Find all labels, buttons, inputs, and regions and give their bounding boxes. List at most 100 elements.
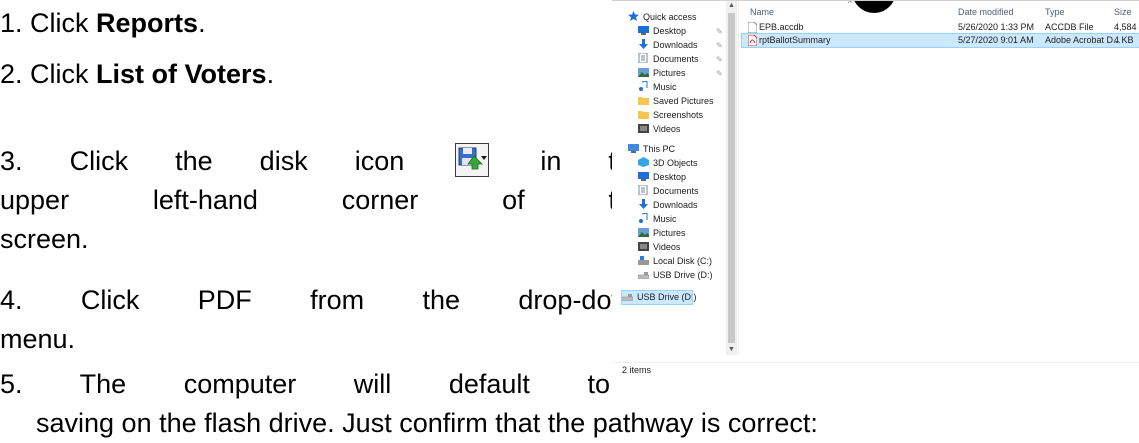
video-icon [638,242,649,251]
nav-item-label: Quick access [643,12,697,22]
nav-item[interactable]: Desktop [638,171,686,184]
nav-item[interactable]: Documents [638,184,699,198]
file-row[interactable]: EPB.accdb 5/26/2020 1:33 PM ACCDB File 4,58… [742,21,1139,34]
nav-item-label: USB Drive (D:) [653,270,713,280]
nav-item-label: Saved Pictures [653,96,714,106]
nav-item[interactable]: Local Disk (C:) [638,255,712,268]
nav-item-label: Documents [653,54,699,64]
nav-item-label: This PC [643,144,676,154]
nav-item[interactable]: Videos [638,241,680,254]
nav-item[interactable]: Downloads [638,199,698,212]
nav-item[interactable]: Quick access [628,11,697,24]
pin-icon: ✎ [716,41,723,50]
step-number: 2. [0,59,23,89]
nav-scrollbar[interactable]: ▲ ▼ [726,1,737,355]
usb-drive-icon [621,292,634,302]
nav-item[interactable]: Screenshots [638,109,703,122]
nav-item-label: Pictures [653,228,686,238]
step-line: menu. [0,324,76,354]
pin-icon: ✎ [716,69,723,78]
step-emphasis: List of Voters [96,59,267,89]
column-header-name[interactable]: Name [750,7,774,17]
download-icon [638,39,649,49]
folder-icon [638,110,649,119]
picture-icon [638,228,649,237]
step-punct: . [198,8,206,38]
column-header-date[interactable]: Date modified [958,7,1014,17]
step-number: 3. [0,146,23,176]
nav-item-label: Videos [653,124,681,134]
scroll-down-icon[interactable]: ▼ [726,345,737,355]
step-line: 5. The computer will default to [0,365,610,404]
nav-item[interactable]: 3D Objects [638,157,698,170]
video-icon [638,124,649,133]
nav-item[interactable]: USB Drive (D:) [637,269,713,282]
navigation-pane: Quick access Desktop ✎ Downloads ✎ Documents ✎… [612,1,739,355]
desktop-icon [638,26,649,35]
step-text: Click [30,59,97,89]
step-text: The computer will default to [79,369,610,399]
pin-icon: ✎ [716,55,723,64]
desktop-icon [638,172,649,181]
nav-item[interactable]: Downloads ✎ [638,39,723,52]
nav-item-label: Downloads [653,200,698,210]
step-number: 4. [0,285,23,315]
scroll-up-icon[interactable]: ▲ [726,1,737,11]
disk-drive-icon [638,256,649,265]
step-punct: . [266,59,275,89]
nav-item[interactable]: USB Drive (D:) [621,290,697,305]
step-text: Click PDF from the drop-down [80,285,646,315]
file-size: 4,584 KB [1114,22,1139,32]
nav-item[interactable]: Pictures [638,227,686,240]
step-line: upper left-hand corner of the [0,185,646,215]
file-date: 5/27/2020 9:01 AM [958,35,1034,45]
step-3: 3. Click the disk icon in the upper left… [0,142,646,259]
nav-item[interactable]: Pictures ✎ [638,67,723,80]
column-header-type[interactable]: Type [1045,7,1065,17]
nav-item-label: Downloads [653,40,698,50]
star-icon [628,11,639,21]
nav-item-label: Music [653,82,677,92]
file-type: Adobe Acrobat D... [1045,35,1121,45]
nav-item[interactable]: Music [638,80,677,94]
scroll-thumb[interactable] [728,13,735,343]
pdf-icon [747,34,758,50]
step-number: 1. [0,8,23,38]
folder-icon [638,96,649,105]
nav-item-label: Documents [653,186,699,196]
status-bar: 2 items [612,362,1139,376]
file-row[interactable]: rptBallotSummary 5/27/2020 9:01 AM Adobe A… [741,33,1139,50]
step-1: 1. Click Reports. [0,4,206,43]
nav-item[interactable]: Documents ✎ [638,52,723,66]
music-icon [638,212,649,223]
file-explorer-screenshot: Quick access Desktop ✎ Downloads ✎ Documents ✎… [612,0,1139,379]
nav-item-label: Local Disk (C:) [653,256,713,266]
step-text: Click [30,8,97,38]
nav-item-label: USB Drive (D:) [637,292,697,302]
step-line: 4. Click PDF from the drop-down [0,281,646,320]
document-icon [638,184,649,196]
step-4: 4. Click PDF from the drop-down menu. [0,281,646,359]
nav-item-label: Desktop [653,26,687,36]
file-type: ACCDB File [1045,22,1094,32]
nav-item[interactable]: This PC [628,143,675,156]
step-number: 5. [0,369,23,399]
sort-arrow-icon: ^ [848,0,852,8]
step-text: Click the disk icon [69,146,405,176]
music-icon [638,80,649,91]
file-name: rptBallotSummary [759,35,831,45]
nav-item[interactable]: Music [638,212,677,226]
nav-item[interactable]: Desktop ✎ [638,25,723,38]
nav-item-label: Music [653,214,677,224]
nav-item[interactable]: Videos [638,123,680,136]
save-disk-icon [455,143,490,177]
file-date: 5/26/2020 1:33 PM [958,22,1035,32]
column-header-size[interactable]: Size [1114,7,1132,17]
file-size: 4 KB [1114,35,1134,45]
nav-item-label: 3D Objects [653,158,698,168]
nav-item-label: Screenshots [653,110,704,120]
file-list: Name ^ Date modified Type Size EPB.accdb… [741,0,1139,355]
nav-item[interactable]: Saved Pictures [638,95,714,108]
nav-item-label: Videos [653,242,681,252]
file-name: EPB.accdb [759,22,804,32]
